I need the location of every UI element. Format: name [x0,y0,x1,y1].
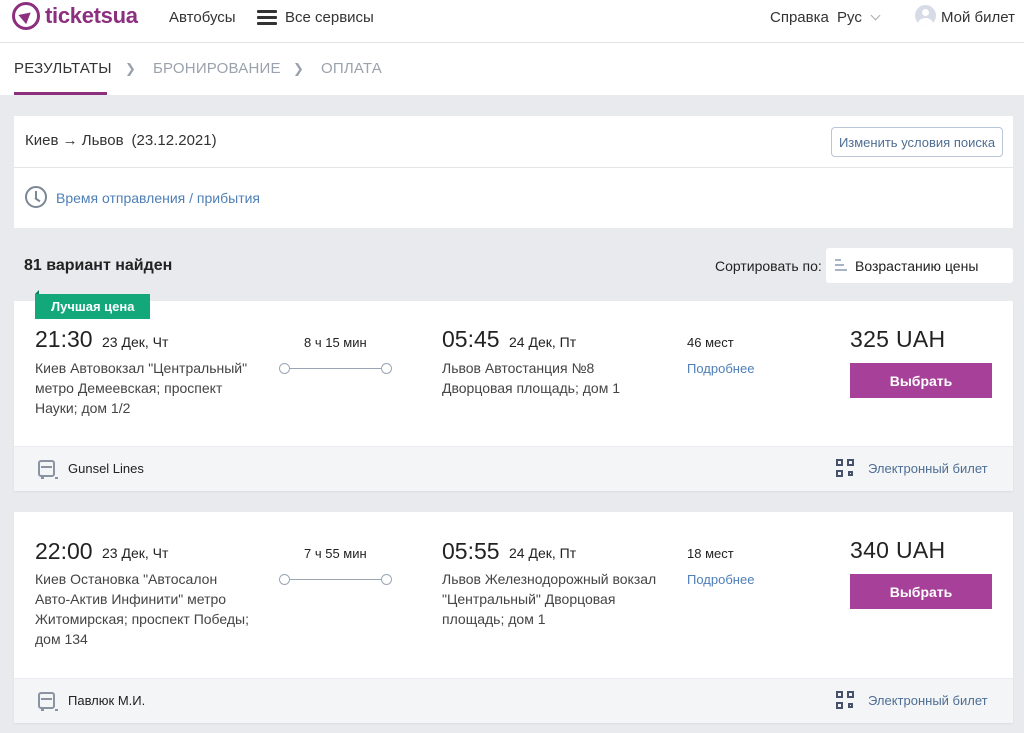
qr-code-icon [836,459,855,478]
step-separator: ❯ [125,61,136,76]
trip-card: 22:00 23 Дек, Чт Киев Остановка "Автосал… [14,512,1013,723]
card-footer: Павлюк М.И. Электронный билет [14,678,1013,723]
address-line: метро Демеевская; проспект [35,380,223,396]
time-filter-link[interactable]: Время отправления / прибытия [56,190,260,206]
language-label: Рус [837,9,862,26]
carrier-name: Gunsel Lines [68,461,144,476]
card-footer: Gunsel Lines Электронный билет [14,446,1013,491]
seats-available: 18 мест [687,546,734,561]
route-date: (23.12.2021) [131,132,217,149]
sort-select[interactable]: Возрастанию цены [826,248,1013,283]
arrival-time: 05:45 [442,326,500,352]
arrival-date: 24 Дек, Пт [509,334,577,350]
timeline-end-dot [381,574,392,585]
step-booking: БРОНИРОВАНИЕ [153,60,281,77]
sort-value: Возрастанию цены [855,258,979,274]
choose-button[interactable]: Выбрать [850,363,992,398]
chevron-down-icon [870,10,881,21]
step-separator: ❯ [293,61,304,76]
trip-duration: 8 ч 15 мин [304,335,367,350]
qr-code-icon [836,691,855,710]
nav-buses[interactable]: Автобусы [169,9,236,26]
user-icon[interactable] [915,5,936,26]
search-summary-panel: Киев → Львов (23.12.2021) Изменить услови… [14,116,1013,228]
booking-steps: РЕЗУЛЬТАТЫ ❯ БРОНИРОВАНИЕ ❯ ОПЛАТА [0,43,1024,95]
trip-timeline [279,574,392,586]
address-line: Львов Автостанция №8 [442,360,595,376]
address-line: "Центральный" Дворцовая [442,591,616,607]
seats-available: 46 мест [687,335,734,350]
step-results: РЕЗУЛЬТАТЫ [14,60,112,77]
address-line: Львов Железнодорожный вокзал [442,571,657,587]
my-ticket-link[interactable]: Мой билет [941,9,1015,26]
clock-icon [25,186,47,208]
trip-price: 325 UAH [850,326,946,352]
menu-icon[interactable] [257,10,277,26]
best-price-badge: Лучшая цена [35,290,151,319]
carrier-name: Павлюк М.И. [68,693,146,708]
language-select[interactable]: Рус [837,9,881,26]
bus-icon [38,460,58,479]
departure-time: 21:30 [35,326,93,352]
route-summary: Киев → Львов (23.12.2021) [25,132,217,149]
address-line: Житомирская; проспект Победы; [35,611,250,627]
address-line: Киев Остановка "Автосалон [35,571,218,587]
e-ticket-label: Электронный билет [868,693,988,708]
departure-date: 23 Дек, Чт [102,334,169,350]
trip-card: Лучшая цена 21:30 23 Дек, Чт Киев Автово… [14,290,1013,491]
divider [14,167,1013,168]
address-line: Авто-Актив Инфинити" метро [35,591,227,607]
logo[interactable]: ticketsua [12,2,138,30]
arrival-address: Львов Автостанция №8 Дворцовая площадь; … [442,358,620,398]
timeline-end-dot [381,363,392,374]
trip-timeline [279,363,392,375]
details-link[interactable]: Подробнее [687,572,754,587]
departure-address: Киев Автовокзал "Центральный" метро Деме… [35,358,247,418]
top-header: ticketsua Автобусы Все сервисы Справка Р… [0,0,1024,43]
nav-all-services[interactable]: Все сервисы [285,9,374,26]
departure-date: 23 Дек, Чт [102,545,169,561]
address-line: Науки; дом 1/2 [35,400,131,416]
departure-address: Киев Остановка "Автосалон Авто-Актив Инф… [35,569,249,649]
trip-price: 340 UAH [850,537,946,563]
timeline-line [289,368,382,369]
results-count: 81 вариант найден [24,257,173,274]
logo-label: ticketsua [45,3,138,28]
address-line: площадь; дом 1 [442,611,546,627]
address-line: Дворцовая площадь; дом 1 [442,380,621,396]
details-link[interactable]: Подробнее [687,361,754,376]
logo-text: ticketsua [45,3,138,29]
arrival-address: Львов Железнодорожный вокзал "Центральны… [442,569,656,629]
timeline-line [289,579,382,580]
sort-icon [835,259,847,272]
trip-duration: 7 ч 55 мин [304,546,367,561]
change-search-button[interactable]: Изменить условия поиска [831,127,1003,157]
step-payment: ОПЛАТА [321,60,382,77]
address-line: Киев Автовокзал "Центральный" [35,360,248,376]
arrival-date: 24 Дек, Пт [509,545,577,561]
logo-icon [12,2,40,30]
choose-button[interactable]: Выбрать [850,574,992,609]
arrival-time: 05:55 [442,538,500,564]
active-step-indicator [14,92,107,95]
bus-icon [38,692,58,711]
sort-label: Сортировать по: [715,258,822,274]
address-line: дом 134 [35,631,88,647]
e-ticket-label: Электронный билет [868,461,988,476]
departure-time: 22:00 [35,538,93,564]
route-text: Киев → Львов [25,132,124,149]
help-link[interactable]: Справка [770,9,829,26]
